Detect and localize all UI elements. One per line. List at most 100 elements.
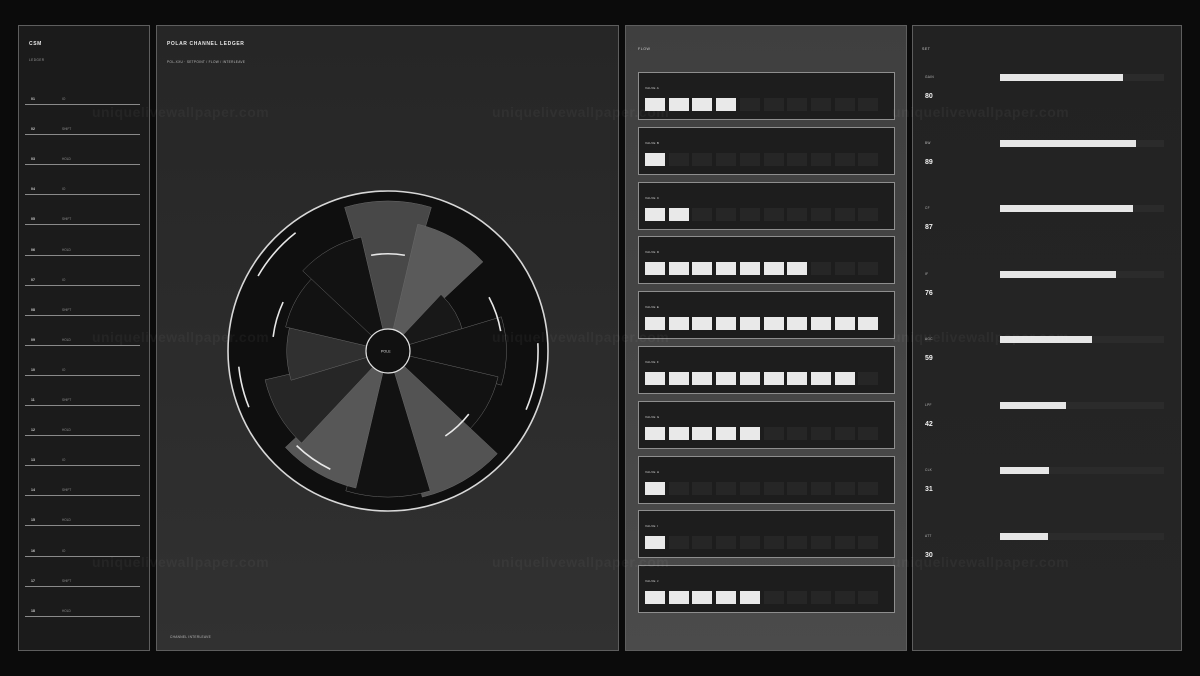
flow-segment [739, 207, 760, 221]
ledger-row-tag: HOLD [62, 337, 71, 342]
ledger-row[interactable]: 15 HOLD [25, 496, 140, 527]
flow-card[interactable]: VALVE C [638, 181, 895, 230]
set-item[interactable]: BW 89 [913, 139, 1183, 181]
ledger-row[interactable]: 04 IO [25, 165, 140, 196]
flow-title: FLOW [638, 47, 651, 51]
flow-segment [787, 481, 808, 495]
flow-segment [668, 372, 689, 385]
set-item-value: 80 [925, 93, 933, 100]
flow-segment [810, 207, 831, 221]
ledger-row[interactable]: 01 IO [25, 75, 140, 106]
flow-card[interactable]: VALVE D [638, 236, 895, 285]
ledger-row[interactable]: 05 SHIFT [25, 195, 140, 226]
flow-segment [716, 98, 737, 111]
set-item-track[interactable] [1000, 467, 1164, 474]
flow-segment [763, 536, 784, 550]
ledger-row-tag: HOLD [62, 157, 71, 162]
ledger-row-index: 08 [31, 307, 35, 312]
flow-segment [692, 317, 713, 331]
ledger-row[interactable]: 11 SHIFT [25, 376, 140, 407]
flow-segment [739, 262, 760, 276]
flow-segment [739, 317, 760, 331]
ledger-row[interactable]: 12 HOLD [25, 406, 140, 437]
flow-segment [787, 372, 808, 385]
flow-segment [763, 317, 784, 331]
set-item-fill [1000, 270, 1117, 278]
set-item-track[interactable] [1000, 401, 1164, 409]
polar-hub-label: POLE [381, 350, 391, 354]
flow-segment [692, 152, 713, 166]
set-item[interactable]: CLK 31 [913, 467, 1183, 508]
set-item-track[interactable] [1000, 74, 1164, 81]
ledger-row-index: 09 [31, 337, 35, 342]
ledger-row[interactable]: 03 HOLD [25, 135, 140, 166]
flow-segment [858, 591, 879, 605]
flow-segment [858, 426, 879, 440]
ledger-rows: 01 IO 02 SHIFT 03 HOLD 04 IO 05 SHIFT 06 HOLD 07 IO 08… [25, 75, 140, 617]
flow-segment [692, 372, 713, 385]
ledger-row[interactable]: 07 IO [25, 256, 140, 286]
flow-card[interactable]: VALVE G [638, 400, 895, 449]
flow-segment [834, 591, 855, 605]
flow-segment [668, 426, 689, 440]
flow-segment [763, 481, 784, 495]
flow-segment [810, 426, 831, 440]
flow-segment [858, 207, 879, 221]
flow-segment [739, 372, 760, 385]
ledger-row[interactable]: 14 SHIFT [25, 466, 140, 497]
flow-segment [692, 536, 713, 550]
set-item-name: CF [925, 206, 930, 210]
flow-segment [763, 372, 784, 385]
set-item[interactable]: IF 76 [913, 270, 1183, 312]
ledger-row-tag: SHIFT [62, 578, 72, 583]
flow-segment [787, 98, 808, 111]
watermark: uniquelivewallpaper.com [892, 329, 1069, 345]
ledger-row-tag: SHIFT [62, 398, 72, 403]
flow-segment [668, 152, 689, 166]
flow-card[interactable]: VALVE H [638, 455, 895, 504]
ledger-row[interactable]: 16 IO [25, 526, 140, 557]
ledger-row[interactable]: 06 HOLD [25, 225, 140, 256]
ledger-row-index: 07 [31, 277, 35, 282]
flow-segment [716, 262, 737, 276]
flow-segment [716, 536, 737, 550]
flow-card[interactable]: VALVE E [638, 291, 895, 340]
flow-segment [668, 262, 689, 276]
flow-segment [739, 591, 760, 605]
flow-segment [716, 207, 737, 221]
ledger-row-tag: HOLD [62, 247, 71, 252]
ledger-row[interactable]: 10 IO [25, 346, 140, 376]
set-item-fill [1000, 139, 1137, 147]
flow-card-label: VALVE B [645, 140, 660, 145]
set-item-value: 42 [925, 420, 933, 428]
ledger-row[interactable]: 13 IO [25, 436, 140, 467]
ledger-row[interactable]: 08 SHIFT [25, 286, 140, 316]
set-item[interactable]: CF 87 [913, 205, 1183, 246]
flow-segment [645, 481, 665, 495]
flow-segment [834, 152, 855, 166]
ledger-row[interactable]: 18 HOLD [25, 587, 140, 617]
flow-segment [739, 481, 760, 495]
flow-segment [834, 317, 855, 331]
flow-segment [858, 317, 879, 331]
set-item-track[interactable] [1000, 205, 1164, 212]
flow-segment [645, 536, 665, 550]
set-item-name: GAIN [925, 75, 934, 79]
flow-card[interactable]: VALVE F [638, 346, 895, 394]
flow-card[interactable]: VALVE A [638, 72, 895, 120]
flow-card[interactable]: VALVE J [638, 565, 895, 614]
set-item-track[interactable] [1000, 532, 1164, 540]
set-item-fill [1000, 205, 1133, 212]
flow-card[interactable]: VALVE I [638, 510, 895, 559]
flow-card-label: VALVE F [645, 360, 659, 364]
flow-card[interactable]: VALVE B [638, 126, 895, 175]
flow-segment [645, 426, 665, 440]
set-item-track[interactable] [1000, 270, 1164, 278]
flow-segment [834, 426, 855, 440]
ledger-row-tag: IO [62, 548, 66, 553]
ledger-row-tag: SHIFT [62, 307, 72, 312]
set-item-track[interactable] [1000, 139, 1164, 147]
flow-segment [763, 262, 784, 276]
watermark: uniquelivewallpaper.com [892, 104, 1069, 120]
set-item[interactable]: LPF 42 [913, 401, 1183, 443]
